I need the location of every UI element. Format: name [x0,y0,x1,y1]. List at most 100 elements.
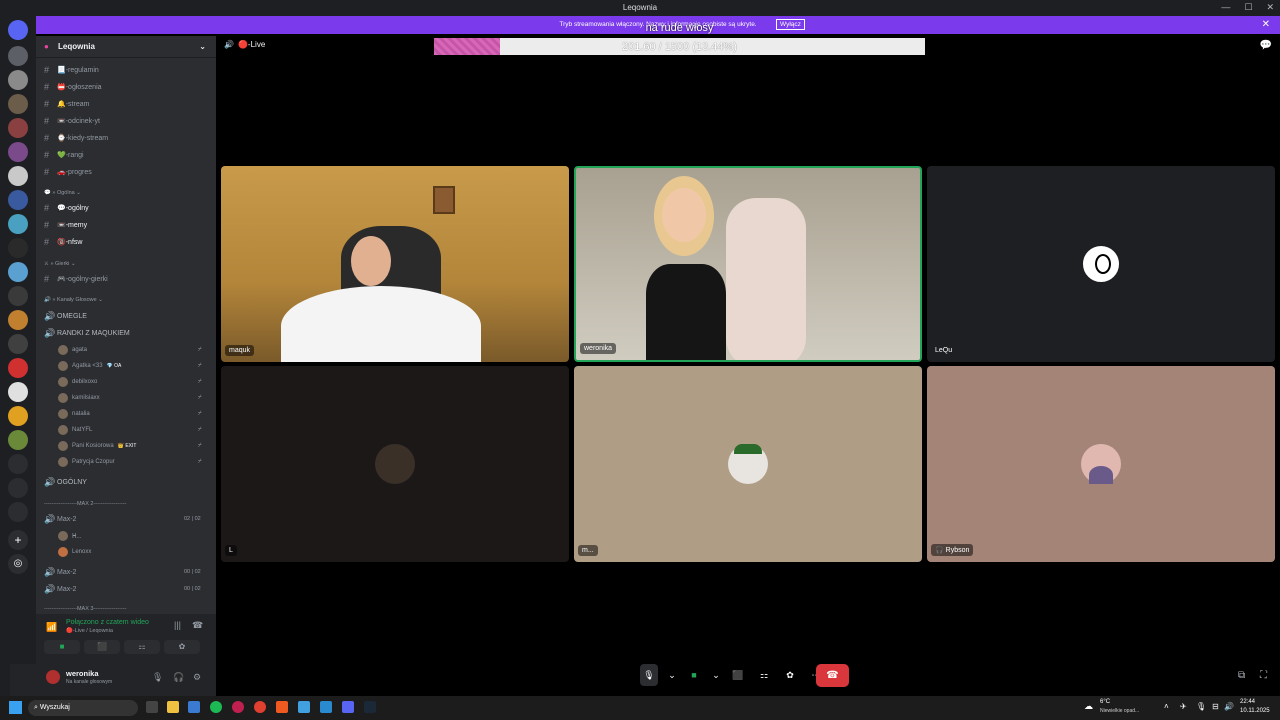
voice-channel-omegle[interactable]: 🔊 OMEGLE [44,310,87,322]
text-channel[interactable]: # 💬-ogólny [44,202,89,214]
server-icon[interactable] [8,382,28,402]
voice-user[interactable]: Patrycja Czopur ⌿ [58,456,202,468]
voice-channel-max2[interactable]: 🔊 Max-2 [44,583,76,595]
voice-user[interactable]: agata ⌿ [58,344,202,356]
voice-channel-max2[interactable]: 🔊 Max-2 [44,566,76,578]
discover-icon[interactable]: ◎ [8,554,28,574]
spotify-icon[interactable] [210,701,222,713]
video-tile[interactable]: maquk [221,166,569,362]
voice-channel-randki[interactable]: 🔊 RANDKI Z MAQUKIEM [44,327,130,339]
chrome-icon[interactable] [254,701,266,713]
windows-start-icon[interactable] [9,701,22,714]
pop-out-icon[interactable]: ⧉ [1238,670,1245,681]
text-channel[interactable]: # ⌚-kiedy-stream [44,132,108,144]
home-icon[interactable] [8,20,28,40]
add-server-icon[interactable]: + [8,530,28,550]
task-view-icon[interactable] [146,701,158,713]
server-icon[interactable] [8,214,28,234]
guild-header[interactable]: ● Leqownia ⌄ [36,36,216,58]
camera-button[interactable]: ■ [44,640,80,654]
store-icon[interactable] [188,701,200,713]
taskbar-search[interactable]: ⌕ Wyszukaj [28,700,138,716]
close-window-icon[interactable]: ✕ [1266,2,1274,13]
server-icon[interactable] [8,166,28,186]
minimize-icon[interactable]: — [1221,2,1230,13]
server-icon[interactable] [8,310,28,330]
voice-channel-max2[interactable]: 🔊 Max-2 [44,513,76,525]
activities-button[interactable]: ⚏ [124,640,160,654]
chevron-down-icon[interactable]: ⌄ [668,667,676,683]
server-icon[interactable] [8,238,28,258]
clock-time[interactable]: 22:44 [1240,699,1255,705]
tray-icon[interactable]: ✈ [1180,702,1187,711]
soundboard-icon[interactable]: ✿ [782,667,798,683]
video-tile[interactable]: m... [574,366,922,562]
server-icon[interactable] [8,478,28,498]
text-channel[interactable]: # 📃-regulamin [44,64,99,76]
text-channel[interactable]: # 📼-memy [44,219,87,231]
video-tile[interactable]: 🎧 Rybson [927,366,1275,562]
server-icon[interactable] [8,358,28,378]
text-channel[interactable]: # 🚗-progres [44,166,92,178]
server-icon[interactable] [8,454,28,474]
microphone-button[interactable]: 🎙 [640,664,658,686]
server-icon[interactable] [8,502,28,522]
end-call-button[interactable]: ☎ [816,664,849,687]
voice-channel-ogolny[interactable]: 🔊 OGÓLNY [44,476,87,488]
username[interactable]: weronika [66,669,99,678]
server-icon[interactable] [8,430,28,450]
server-icon[interactable] [8,142,28,162]
activities-icon[interactable]: ⚏ [756,667,772,683]
voice-user[interactable]: Pani Kosiorowa 👑 EXIT ⌿ [58,440,202,452]
volume-icon[interactable]: 🔊 [1224,702,1234,711]
voice-user[interactable]: natalia ⌿ [58,408,202,420]
server-icon[interactable] [8,94,28,114]
server-icon[interactable] [8,286,28,306]
soundboard-button[interactable]: ✿ [164,640,200,654]
close-banner-icon[interactable]: ✕ [1262,19,1270,30]
headphones-icon[interactable]: 🎧 [173,672,184,683]
tray-chevron-icon[interactable]: ˄ [1164,702,1169,711]
video-tile[interactable]: weronika [574,166,922,362]
text-channel[interactable]: # 📛-ogłoszenia [44,81,102,93]
screen-share-button[interactable]: ⬛ [84,640,120,654]
text-channel[interactable]: # 🔔-stream [44,98,89,110]
text-channel[interactable]: # 🔞-nfsw [44,236,82,248]
video-tile[interactable]: LeQu [927,166,1275,362]
server-icon[interactable] [8,334,28,354]
voice-user[interactable]: kamilsiaxx ⌿ [58,392,202,404]
chevron-down-icon[interactable]: ⌄ [712,667,720,683]
disconnect-icon[interactable]: ☎ [192,620,203,631]
screen-share-icon[interactable]: ⬛ [730,667,746,683]
text-channel[interactable]: # 💚-rangi [44,149,84,161]
clock-date[interactable]: 10.11.2025 [1240,708,1270,714]
microphone-icon[interactable]: 🎙 [152,672,163,683]
voice-user[interactable]: ᕼ... [58,530,82,542]
server-icon[interactable] [8,190,28,210]
server-icon[interactable] [8,70,28,90]
category-voice[interactable]: 🔊 » Kanały Głosowe ⌄ [44,297,103,303]
category-gierki[interactable]: ⚔ » Gierki ⌄ [44,261,76,267]
voice-user[interactable]: NatYFL ⌿ [58,424,202,436]
noise-suppression-icon[interactable]: ||| [174,620,181,630]
connection-channel[interactable]: 🔴-Live / Leqownia [66,628,113,634]
opera-icon[interactable] [232,701,244,713]
steam-icon[interactable] [364,701,376,713]
server-icon[interactable] [8,46,28,66]
voice-user[interactable]: Lenoxx [58,546,91,558]
category-ogolna[interactable]: 💬 » Ogólna ⌄ [44,190,81,196]
settings-gear-icon[interactable]: ⚙ [193,672,201,683]
server-icon[interactable] [8,262,28,282]
maximize-icon[interactable]: ☐ [1244,2,1252,13]
voice-user[interactable]: Agatka <33 💎 OA ⌿ [58,360,202,372]
camera-icon[interactable]: ■ [686,667,702,683]
voice-user[interactable]: debilxoxo ⌿ [58,376,202,388]
file-explorer-icon[interactable] [167,701,179,713]
fullscreen-icon[interactable]: ⛶ [1260,670,1267,681]
text-channel[interactable]: # 📼-odcinek-yt [44,115,100,127]
app-icon[interactable] [298,701,310,713]
channel-ogolny-gierki[interactable]: # 🎮-ogólny-gierki [44,273,108,285]
brave-icon[interactable] [276,701,288,713]
video-tile[interactable]: L [221,366,569,562]
chat-icon[interactable]: 💬 [1260,40,1272,51]
